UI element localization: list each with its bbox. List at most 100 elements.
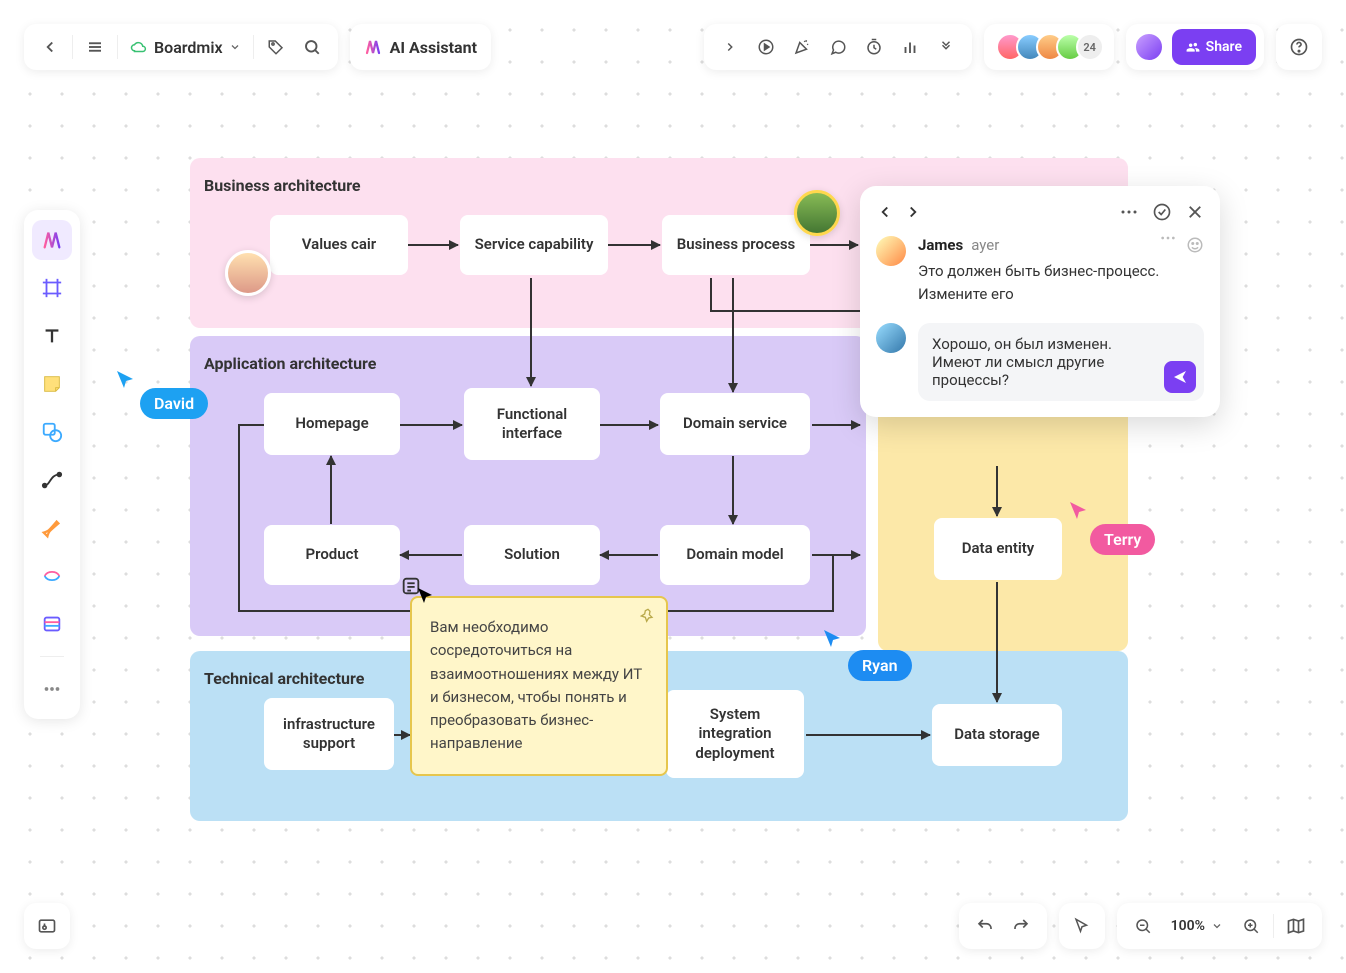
arrow	[732, 456, 734, 524]
poll-button[interactable]	[892, 29, 928, 65]
arrow	[408, 244, 458, 246]
tool-frame[interactable]	[32, 268, 72, 308]
node-values-cair[interactable]: Values cair	[270, 215, 408, 275]
arrow	[608, 244, 660, 246]
node-domain-service[interactable]: Domain service	[660, 393, 810, 455]
current-user-avatar[interactable]	[1134, 32, 1164, 62]
tool-text[interactable]	[32, 316, 72, 356]
node-service-capability[interactable]: Service capability	[460, 215, 608, 275]
comment-next-button[interactable]	[904, 203, 922, 221]
share-button[interactable]: Share	[1172, 29, 1256, 65]
comment-avatar	[876, 236, 906, 266]
emoji-button[interactable]	[1186, 236, 1204, 254]
confetti-button[interactable]	[784, 29, 820, 65]
node-infra-support[interactable]: infrastructure support	[264, 698, 394, 770]
tool-shape[interactable]	[32, 412, 72, 452]
zoom-in-button[interactable]	[1233, 908, 1269, 944]
minimap-button[interactable]	[1278, 908, 1314, 944]
cursor-black-icon	[416, 586, 438, 608]
comment-prev-button[interactable]	[876, 203, 894, 221]
comment-text: Это должен быть бизнес-процесс. Измените…	[918, 260, 1204, 305]
arrow	[810, 244, 858, 246]
center-tools	[704, 24, 972, 70]
node-data-entity[interactable]: Data entity	[934, 518, 1062, 580]
node-functional-interface[interactable]: Functional interface	[464, 388, 600, 460]
arrow	[330, 456, 332, 524]
pin-icon[interactable]	[640, 608, 656, 631]
comment-time: ayer	[971, 236, 999, 254]
sticky-text: Вам необходимо сосредоточиться на взаимо…	[430, 616, 648, 756]
resolve-button[interactable]	[1152, 202, 1172, 222]
node-homepage[interactable]: Homepage	[264, 393, 400, 455]
project-title-text: Boardmix	[154, 38, 223, 57]
collaborator-avatar-canvas[interactable]	[225, 250, 271, 296]
tool-table[interactable]	[32, 604, 72, 644]
top-toolbar: Boardmix AI Assistant	[24, 24, 1322, 70]
send-button[interactable]	[1164, 361, 1196, 393]
collaborator-avatar-canvas[interactable]	[794, 190, 840, 236]
line	[710, 278, 712, 312]
node-solution[interactable]: Solution	[464, 525, 600, 585]
undo-button[interactable]	[967, 908, 1003, 944]
ai-assistant-label: AI Assistant	[390, 38, 477, 57]
cursor-icon	[822, 628, 846, 652]
menu-button[interactable]	[77, 29, 113, 65]
help-button[interactable]	[1284, 29, 1314, 65]
arrow	[600, 424, 658, 426]
node-product[interactable]: Product	[264, 525, 400, 585]
tool-more[interactable]	[32, 669, 72, 709]
tool-mindmap[interactable]	[32, 556, 72, 596]
cloud-icon	[130, 40, 148, 54]
chat-button[interactable]	[820, 29, 856, 65]
share-icon	[1186, 40, 1200, 54]
collaborator-avatars[interactable]: 24	[996, 33, 1104, 61]
project-title[interactable]: Boardmix	[122, 38, 249, 57]
ai-logo-icon	[364, 38, 382, 56]
line	[832, 554, 834, 612]
arrow	[996, 582, 998, 702]
avatar-more-count[interactable]: 24	[1076, 33, 1104, 61]
arrow	[806, 734, 930, 736]
node-system-integration[interactable]: System integration deployment	[666, 690, 804, 778]
comment-more-button[interactable]	[1120, 209, 1138, 215]
expand-right-icon[interactable]	[712, 29, 748, 65]
reply-input[interactable]: Хорошо, он был изменен. Имеют ли смысл д…	[918, 323, 1204, 401]
left-toolbar	[24, 210, 80, 719]
tag-button[interactable]	[258, 29, 294, 65]
zoom-out-button[interactable]	[1125, 908, 1161, 944]
node-domain-model[interactable]: Domain model	[660, 525, 810, 585]
section-title: Application architecture	[204, 354, 376, 373]
cursor-david: David	[140, 388, 208, 419]
tool-pen[interactable]	[32, 508, 72, 548]
pointer-mode-button[interactable]	[1067, 908, 1097, 944]
arrow	[530, 278, 532, 386]
zoom-level[interactable]: 100%	[1161, 918, 1233, 934]
back-button[interactable]	[32, 29, 68, 65]
cursor-terry: Terry	[1090, 524, 1155, 555]
timer-button[interactable]	[856, 29, 892, 65]
search-button[interactable]	[294, 29, 330, 65]
arrow	[732, 278, 734, 392]
ai-assistant-button[interactable]: AI Assistant	[350, 24, 491, 70]
comment-item-more[interactable]	[1160, 236, 1176, 240]
close-button[interactable]	[1186, 203, 1204, 221]
arrow	[812, 554, 860, 556]
sticky-note[interactable]: Вам необходимо сосредоточиться на взаимо…	[410, 596, 668, 776]
node-data-storage[interactable]: Data storage	[932, 704, 1062, 766]
play-button[interactable]	[748, 29, 784, 65]
line	[238, 424, 240, 612]
cursor-icon	[1068, 500, 1092, 524]
send-icon	[1172, 369, 1188, 385]
more-tools-button[interactable]	[928, 29, 964, 65]
line	[238, 424, 264, 426]
zoom-value: 100%	[1171, 918, 1205, 934]
redo-button[interactable]	[1003, 908, 1039, 944]
tool-connector[interactable]	[32, 460, 72, 500]
location-button[interactable]	[24, 903, 70, 949]
tool-sticky[interactable]	[32, 364, 72, 404]
arrow	[812, 424, 860, 426]
node-business-process[interactable]: Business process	[662, 215, 810, 275]
arrow	[394, 734, 410, 736]
reply-avatar	[876, 323, 906, 353]
tool-template[interactable]	[32, 220, 72, 260]
